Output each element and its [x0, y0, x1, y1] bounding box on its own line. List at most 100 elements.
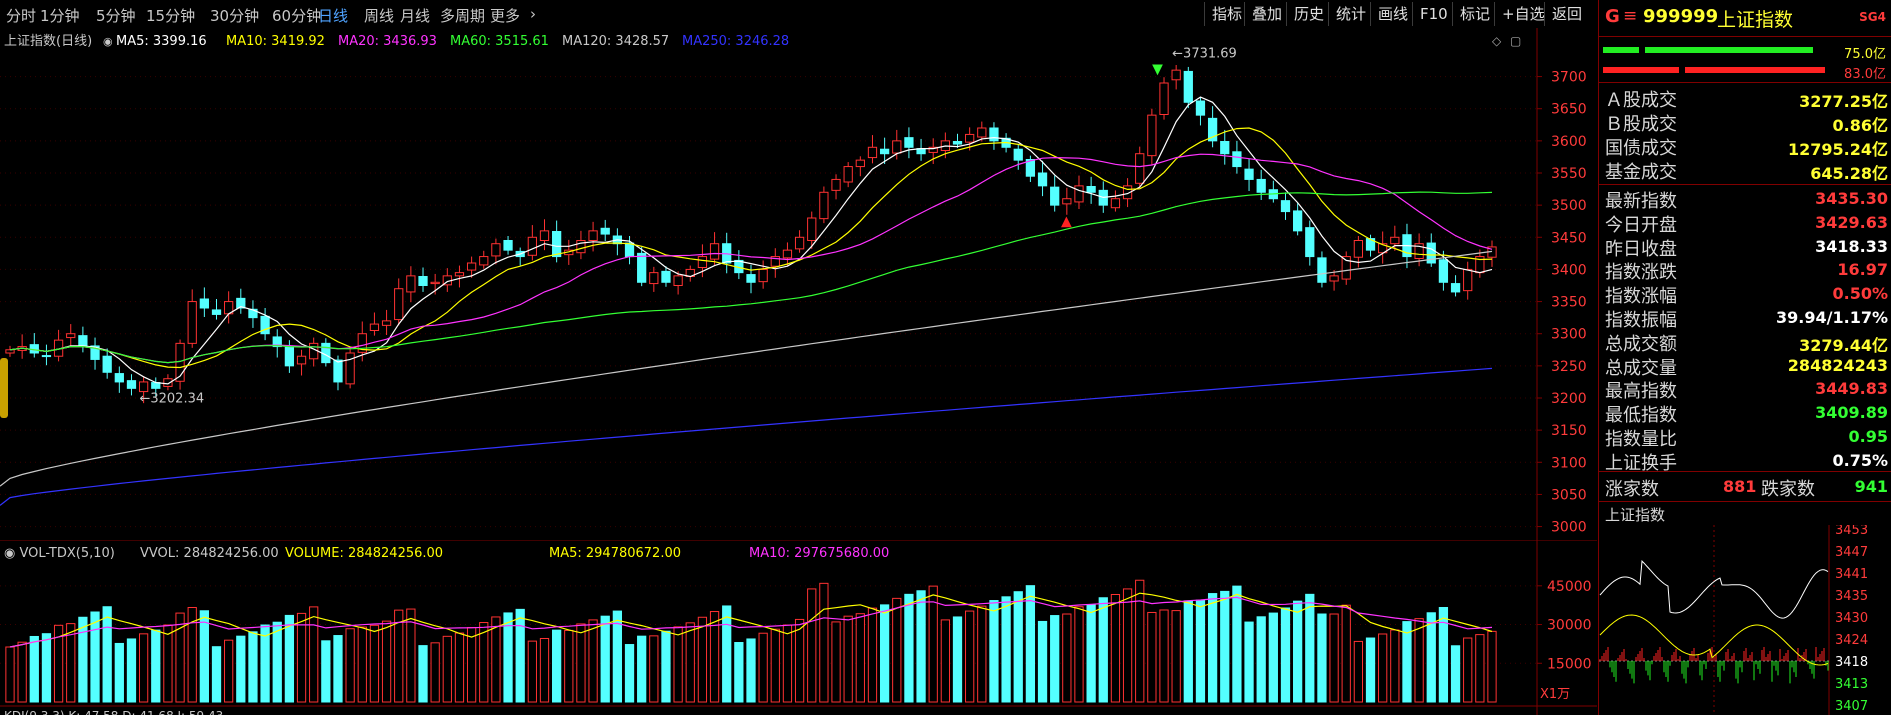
volume-bar-78: [952, 616, 963, 703]
volume-bar-6: [78, 616, 88, 703]
toolbar-button-5[interactable]: F10: [1412, 2, 1455, 26]
volume-bar-103: [1256, 616, 1266, 703]
volume-bar-61: [746, 638, 756, 703]
sell-bar-seg1: [1603, 67, 1679, 73]
candle-111: [1353, 240, 1364, 258]
stat-value-10: 0.95: [1848, 427, 1888, 446]
volume-bar-38: [466, 626, 477, 703]
period-tab-4[interactable]: 30分钟: [210, 5, 259, 26]
more-chevron-icon[interactable]: ›: [530, 5, 536, 23]
price-tick-label-7: 3350: [1551, 295, 1587, 311]
candle-65: [794, 236, 805, 250]
toolbar-button-0[interactable]: 指标: [1204, 2, 1249, 26]
turnover-label-1: Ｂ股成交: [1605, 114, 1677, 135]
volume-bar-75: [916, 590, 926, 703]
toolbar-button-7[interactable]: +自选: [1494, 2, 1552, 26]
volume-label-3: MA10: 297675680.00: [749, 546, 889, 561]
mini-price-line: [1599, 559, 1829, 619]
volume-bar-69: [843, 615, 853, 703]
mini-tick-5: 3424: [1835, 633, 1868, 648]
mini-tick-1: 3447: [1835, 545, 1868, 560]
stat-value-2: 3418.33: [1815, 236, 1888, 256]
turnover-value-2: 12795.24亿: [1787, 140, 1888, 159]
drag-handle[interactable]: [0, 358, 8, 418]
volume-bar-100: [1220, 590, 1230, 703]
volume-bar-117: [1426, 612, 1436, 703]
period-tab-5[interactable]: 60分钟: [272, 5, 321, 26]
volume-bar-93: [1135, 579, 1145, 703]
intraday-mini-chart[interactable]: 3453 3447 3441 3435 3430 3424 3418 3413 3407: [1599, 525, 1891, 715]
candle-67: [819, 191, 829, 220]
volume-bar-48: [588, 619, 598, 703]
candle-83: [1013, 148, 1023, 161]
toolbar-button-4[interactable]: 画线: [1370, 2, 1415, 26]
ma-label-1: MA10: 3419.92: [226, 34, 325, 49]
candle-11: [138, 381, 149, 393]
volume-bar-60: [734, 642, 744, 703]
period-tab-2[interactable]: 5分钟: [96, 5, 136, 26]
period-tab-0[interactable]: 分时: [6, 5, 36, 26]
candle-95: [1159, 82, 1169, 115]
candlestick-chart[interactable]: 上证指数(日线) ◉ MA5: 3399.16 MA10: 3419.92 MA20: …: [0, 28, 1597, 540]
volume-bar-67: [819, 582, 829, 703]
period-tab-7[interactable]: 周线: [364, 5, 394, 26]
volume-bar-34: [418, 645, 428, 703]
volume-bar-2: [29, 635, 39, 703]
stat-label-7: 总成交量: [1605, 357, 1677, 379]
security-name: 上证指数: [1717, 9, 1794, 31]
volume-bar-59: [722, 605, 732, 703]
volume-label-1: VOLUME: 284824256.00: [285, 546, 443, 561]
period-tab-9[interactable]: 多周期: [440, 5, 485, 26]
period-tab-10[interactable]: 更多: [490, 5, 520, 26]
toolbar-button-2[interactable]: 历史: [1286, 2, 1331, 26]
kdj-label: KDJ(9,3,3) K: 47.58 D: 41.68 J: 59.43: [4, 709, 223, 715]
volume-bar-76: [928, 585, 938, 703]
candle-68: [831, 178, 841, 191]
volume-label-0: VVOL: 284824256.00: [140, 546, 279, 561]
period-tab-1[interactable]: 1分钟: [40, 5, 80, 26]
candle-49: [600, 227, 610, 235]
turnover-value-3: 645.28亿: [1810, 164, 1888, 183]
volume-bar-72: [879, 604, 890, 703]
candle-100: [1220, 141, 1230, 155]
volume-bar-40: [491, 616, 501, 703]
low-label: ←3202.34: [139, 392, 204, 407]
candle-103: [1256, 178, 1266, 193]
candle-107: [1305, 227, 1315, 258]
period-tab-3[interactable]: 15分钟: [146, 5, 195, 26]
vol-tick-label-1: 30000: [1547, 618, 1592, 634]
toolbar-button-1[interactable]: 叠加: [1244, 2, 1289, 26]
volume-bar-31: [381, 620, 392, 703]
toolbar-button-8[interactable]: 返回: [1544, 2, 1589, 26]
volume-bar-57: [697, 616, 708, 703]
volume-bar-17: [211, 646, 222, 703]
volume-bar-7: [90, 611, 100, 703]
volume-bar-122: [1487, 630, 1497, 703]
buy-bar-seg2: [1645, 47, 1813, 53]
volume-bar-95: [1159, 609, 1169, 703]
candle-55: [673, 275, 683, 287]
volume-bar-97: [1183, 600, 1193, 703]
volume-bar-92: [1122, 588, 1133, 703]
indicator-dot-icon: ◉: [103, 35, 113, 48]
period-tab-6[interactable]: 日线: [318, 5, 348, 26]
down-count-label: 跌家数: [1761, 479, 1815, 500]
menu-icon[interactable]: ≡: [1623, 6, 1637, 26]
volume-bar-24: [296, 612, 307, 703]
candle-94: [1147, 114, 1157, 157]
toolbar-button-6[interactable]: 标记: [1452, 2, 1497, 26]
stat-label-3: 指数涨跌: [1605, 262, 1677, 284]
volume-chart[interactable]: ◉ VOL-TDX(5,10) VVOL: 284824256.00 VOLUME:…: [0, 540, 1597, 715]
candle-102: [1244, 168, 1254, 180]
volume-bar-101: [1232, 585, 1242, 703]
price-tick-label-13: 3050: [1551, 487, 1587, 503]
volume-bar-44: [539, 637, 550, 703]
candle-114: [1390, 236, 1400, 245]
candle-3: [41, 355, 52, 358]
toolbar-button-3[interactable]: 统计: [1328, 2, 1373, 26]
candle-58: [709, 243, 720, 260]
candle-108: [1317, 257, 1327, 283]
mini-chart-title: 上证指数: [1605, 506, 1666, 524]
volume-label-2: MA5: 294780672.00: [549, 546, 681, 561]
period-tab-8[interactable]: 月线: [400, 5, 430, 26]
